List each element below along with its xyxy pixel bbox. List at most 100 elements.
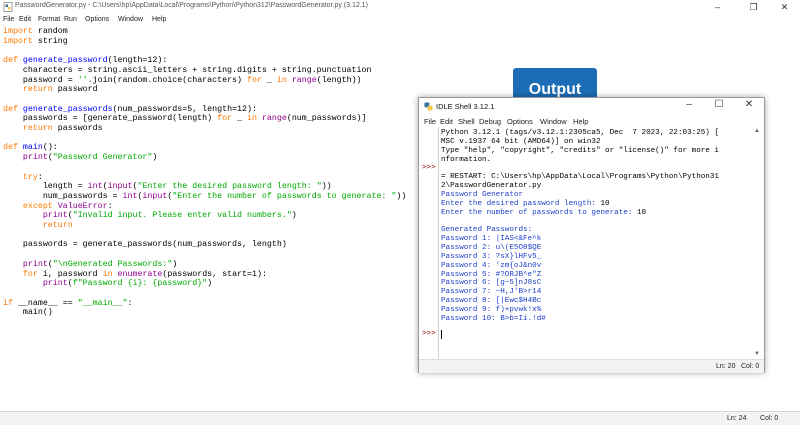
code-token: ():	[42, 143, 58, 153]
code-token: main()	[3, 308, 53, 318]
shell-menu-window[interactable]: Window	[540, 117, 567, 126]
menu-edit[interactable]: Edit	[19, 16, 31, 23]
code-token: "Enter the desired password length: "	[137, 182, 322, 192]
shell-restart-line: 2\PasswordGenerator.py	[441, 182, 542, 191]
code-token: characters = string.ascii_letters + stri…	[3, 65, 372, 75]
shell-generated-heading: Generated Passwords:	[441, 226, 533, 235]
code-token: :	[37, 172, 43, 182]
code-token: (num_passwords)]	[286, 114, 367, 124]
shell-length-prompt: Enter the desired password length:	[441, 199, 601, 208]
code-token: in	[246, 114, 257, 124]
shell-maximize-button[interactable]: ☐	[709, 99, 729, 110]
code-token: enumerate	[117, 269, 163, 279]
editor-column-number: Col: 0	[760, 415, 779, 422]
editor-title-bar: PasswordGenerator.py - C:\Users\hp\AppDa…	[0, 0, 800, 15]
code-token: def	[3, 143, 18, 153]
code-token: ValueError	[57, 201, 108, 211]
python-logo-icon	[424, 102, 433, 111]
editor-close-button[interactable]: ✕	[772, 0, 797, 15]
code-token: generate_passwords	[22, 104, 113, 114]
code-token: _	[232, 114, 247, 124]
shell-close-button[interactable]: ✕	[739, 99, 759, 110]
code-token: def	[3, 56, 18, 66]
shell-menu-shell[interactable]: Shell	[458, 117, 475, 126]
shell-menu-options[interactable]: Options	[507, 117, 533, 126]
shell-title-bar: IDLE Shell 3.12.1 – ☐ ✕	[419, 98, 764, 115]
text-cursor	[441, 330, 442, 339]
editor-line-number: Ln: 24	[727, 415, 747, 422]
code-token: ))	[321, 182, 332, 192]
shell-password-line: Password 9: f)+pvwk!x%	[441, 305, 542, 314]
code-token: string	[32, 36, 68, 46]
shell-banner-line: MSC v.1937 64 bit (AMD64)] on win32	[441, 137, 601, 146]
code-token: int	[87, 182, 103, 192]
shell-status-bar: Ln: 20 Col: 0	[419, 359, 764, 373]
editor-minimize-button[interactable]: –	[705, 0, 730, 15]
shell-count-input: 10	[636, 208, 647, 217]
code-token: range	[291, 75, 317, 85]
menu-help[interactable]: Help	[152, 16, 166, 23]
code-token: f"Password {i}: {password}"	[72, 279, 208, 289]
shell-password-line: Password 4: 'zm{oJ&n0v	[441, 261, 542, 270]
code-token: )	[207, 279, 213, 289]
shell-menu-edit[interactable]: Edit	[440, 117, 453, 126]
code-token: passwords = generate_passwords(num_passw…	[3, 240, 287, 250]
code-token: _	[261, 75, 277, 85]
shell-password-line: Password 1: |IAS<&Fe^k	[441, 235, 542, 244]
code-token: print	[3, 259, 48, 269]
code-token: "\nGenerated Passwords:"	[52, 259, 173, 269]
code-token: )	[172, 259, 178, 269]
editor-title: PasswordGenerator.py - C:\Users\hp\AppDa…	[15, 2, 368, 9]
source-code[interactable]: import random import string def generate…	[3, 27, 406, 318]
code-token: ))	[396, 191, 407, 201]
shell-line-number: Ln: 20	[716, 363, 736, 370]
shell-password-line: Password 10: B>b=Ii.!d#	[441, 314, 546, 323]
shell-prompt: >>>	[422, 164, 436, 172]
shell-menu-debug[interactable]: Debug	[479, 117, 501, 126]
shell-length-input: 10	[600, 199, 610, 208]
shell-title: IDLE Shell 3.12.1	[436, 102, 495, 111]
code-token: passwords = [generate_password(length)	[3, 114, 218, 124]
idle-shell-window: IDLE Shell 3.12.1 – ☐ ✕ File Edit Shell …	[418, 97, 765, 373]
shell-menu-file[interactable]: File	[424, 117, 436, 126]
code-token: :	[107, 201, 113, 211]
code-token: length =	[3, 182, 88, 192]
code-token: return	[3, 124, 53, 134]
code-token: def	[3, 104, 18, 114]
menu-file[interactable]: File	[3, 16, 14, 23]
shell-password-line: Password 8: [|Ewc$H4Bc	[441, 297, 542, 306]
shell-output-title: Password Generator	[441, 190, 524, 199]
editor-maximize-button[interactable]: ❐	[741, 0, 766, 15]
shell-minimize-button[interactable]: –	[679, 99, 699, 110]
shell-password-line: Password 3: ?sX}lHFv5_	[441, 252, 542, 261]
shell-menu-help[interactable]: Help	[573, 117, 588, 126]
shell-output-area[interactable]: >>> >>> Python 3.12.1 (tags/v3.12.1:2305…	[419, 127, 764, 359]
code-token: print	[3, 211, 68, 221]
shell-prompt-gutter: >>> >>>	[419, 127, 439, 359]
code-token: passwords	[52, 124, 103, 134]
code-token: num_passwords =	[3, 191, 123, 201]
menu-format[interactable]: Format	[38, 16, 60, 23]
scroll-down-arrow-icon[interactable]: ▼	[754, 351, 760, 357]
code-token: import	[3, 27, 33, 36]
editor-menu-bar: File Edit Format Run Options Window Help	[0, 15, 800, 26]
menu-run[interactable]: Run	[64, 16, 77, 23]
shell-scrollbar[interactable]: ▲ ▼	[752, 127, 762, 359]
scroll-up-arrow-icon[interactable]: ▲	[754, 128, 760, 134]
code-token: import	[3, 36, 33, 46]
menu-options[interactable]: Options	[85, 16, 109, 23]
code-token: .join(random.choice(characters)	[87, 75, 247, 85]
code-token: "Enter the number of passwords to genera…	[172, 191, 397, 201]
code-token: "Invalid input. Please enter valid numbe…	[72, 211, 292, 221]
code-token: main	[22, 143, 43, 153]
menu-window[interactable]: Window	[118, 16, 143, 23]
code-token: __name__ ==	[12, 298, 78, 308]
code-token: for	[3, 269, 38, 279]
code-token: for	[217, 114, 233, 124]
code-token: (passwords, start=1):	[162, 269, 267, 279]
code-token: in	[276, 75, 287, 85]
code-token: print	[3, 153, 48, 163]
code-token: return	[3, 221, 73, 231]
shell-output: Python 3.12.1 (tags/v3.12.1:2305ca5, Dec…	[441, 129, 719, 324]
code-token: for	[246, 75, 262, 85]
